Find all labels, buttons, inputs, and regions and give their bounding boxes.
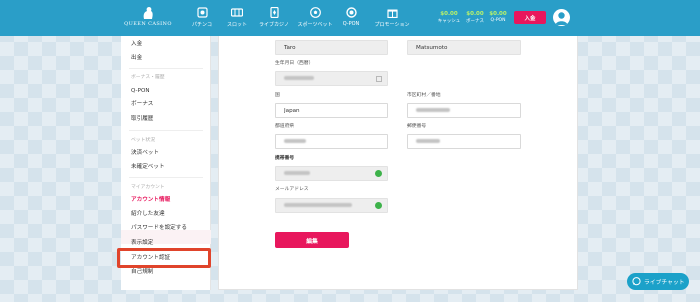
cash-balance-label: キャッシュ [437, 19, 461, 24]
divider [129, 177, 203, 178]
country-field[interactable] [275, 103, 388, 118]
postal-code-field[interactable] [407, 134, 521, 149]
postal-code-label: 郵便番号 [407, 124, 427, 129]
promotion-icon [386, 9, 398, 18]
chat-bubble-icon [632, 277, 641, 286]
sidebar-item-display-settings[interactable]: 表示設定 [121, 239, 211, 247]
masked-value [284, 138, 306, 143]
nav-label: Q-PON [342, 21, 360, 27]
avatar[interactable] [553, 9, 570, 26]
live-chat-button[interactable]: ライブチャット [627, 273, 689, 290]
nav-label: パチンコ [191, 22, 212, 28]
sidebar-item-settled-bets[interactable]: 決済ベット [121, 149, 211, 157]
pachinko-icon [196, 7, 208, 18]
first-name-field[interactable] [275, 40, 388, 55]
divider [129, 68, 203, 69]
sidebar-heading-my-account: マイアカウント [131, 185, 165, 190]
verified-check-icon [375, 170, 382, 177]
last-name-field[interactable] [407, 40, 521, 55]
live-casino-icon [269, 7, 279, 18]
nav-pachinko[interactable]: パチンコ [182, 7, 222, 31]
sidebar-heading-bets: ベット状況 [131, 138, 155, 143]
phone-field[interactable] [275, 166, 388, 181]
slot-icon [231, 8, 243, 17]
email-field[interactable] [275, 198, 388, 213]
qpon-icon [345, 7, 357, 18]
account-info-panel: 生年月日（西暦） 国 市区町村／番地 都道府県 郵便番号 携帯番号 メールアドレ… [218, 36, 578, 290]
masked-value [284, 75, 314, 80]
logo-text: QUEEN CASINO [124, 21, 172, 27]
sidebar-item-qpon[interactable]: Q-PON [121, 87, 211, 95]
sidebar-item-withdraw[interactable]: 出金 [121, 54, 211, 62]
calendar-icon [376, 76, 382, 82]
qpon-balance-value: $0.00 [489, 11, 507, 17]
birthdate-field[interactable] [275, 71, 388, 86]
sports-bet-icon [309, 7, 321, 18]
nav-qpon[interactable]: Q-PON [331, 7, 371, 31]
birthdate-label: 生年月日（西暦） [275, 61, 314, 66]
qpon-balance-label: Q-PON [490, 18, 506, 23]
cash-balance: $0.00 キャッシュ [436, 11, 462, 24]
sidebar-item-transactions[interactable]: 取引履歴 [121, 115, 211, 123]
verified-check-icon [375, 202, 382, 209]
nav-sports-bet[interactable]: スポーツベット [295, 7, 335, 31]
masked-value [416, 138, 440, 143]
edit-button[interactable]: 編集 [275, 232, 349, 248]
nav-label: スロット [226, 22, 247, 28]
prefecture-label: 都道府県 [275, 124, 295, 129]
highlight-box [117, 248, 211, 268]
sidebar-item-referred-friends[interactable]: 紹介した友達 [121, 210, 211, 218]
phone-label: 携帯番号 [275, 156, 295, 161]
queen-crest-icon [143, 7, 153, 19]
city-field[interactable] [407, 103, 521, 118]
user-icon [555, 12, 568, 25]
live-chat-label: ライブチャット [644, 280, 685, 286]
prefecture-field[interactable] [275, 134, 388, 149]
nav-live-casino[interactable]: ライブカジノ [254, 7, 294, 31]
nav-slot[interactable]: スロット [217, 7, 257, 31]
sidebar-item-bonus[interactable]: ボーナス [121, 100, 211, 108]
email-label: メールアドレス [275, 187, 309, 192]
sidebar-item-open-bets[interactable]: 未確定ベット [121, 163, 211, 171]
nav-label: ライブカジノ [259, 22, 289, 28]
nav-label: プロモーション [374, 22, 410, 28]
divider [129, 130, 203, 131]
city-label: 市区町村／番地 [407, 93, 441, 98]
sidebar-item-set-password[interactable]: パスワードを設定する [121, 224, 211, 232]
sidebar-item-deposit[interactable]: 入金 [121, 40, 211, 48]
masked-value [284, 202, 352, 207]
sidebar-item-self-exclusion[interactable]: 自己規制 [121, 268, 211, 276]
country-label: 国 [275, 93, 280, 98]
logo[interactable]: QUEEN CASINO [118, 6, 178, 30]
cash-balance-value: $0.00 [440, 11, 458, 17]
sidebar-heading-bonus: ボーナス・履歴 [131, 75, 165, 80]
top-nav-bar: QUEEN CASINO パチンコ スロット ライブカジノ スポーツベット Q-… [0, 0, 700, 36]
deposit-button[interactable]: 入金 [514, 11, 546, 24]
qpon-balance: $0.00 Q-PON [485, 11, 511, 23]
nav-label: スポーツベット [297, 22, 333, 28]
sidebar-item-account-info[interactable]: アカウント情報 [121, 196, 211, 204]
nav-promotion[interactable]: プロモーション [372, 7, 412, 31]
masked-value [416, 107, 450, 112]
masked-value [284, 170, 310, 175]
